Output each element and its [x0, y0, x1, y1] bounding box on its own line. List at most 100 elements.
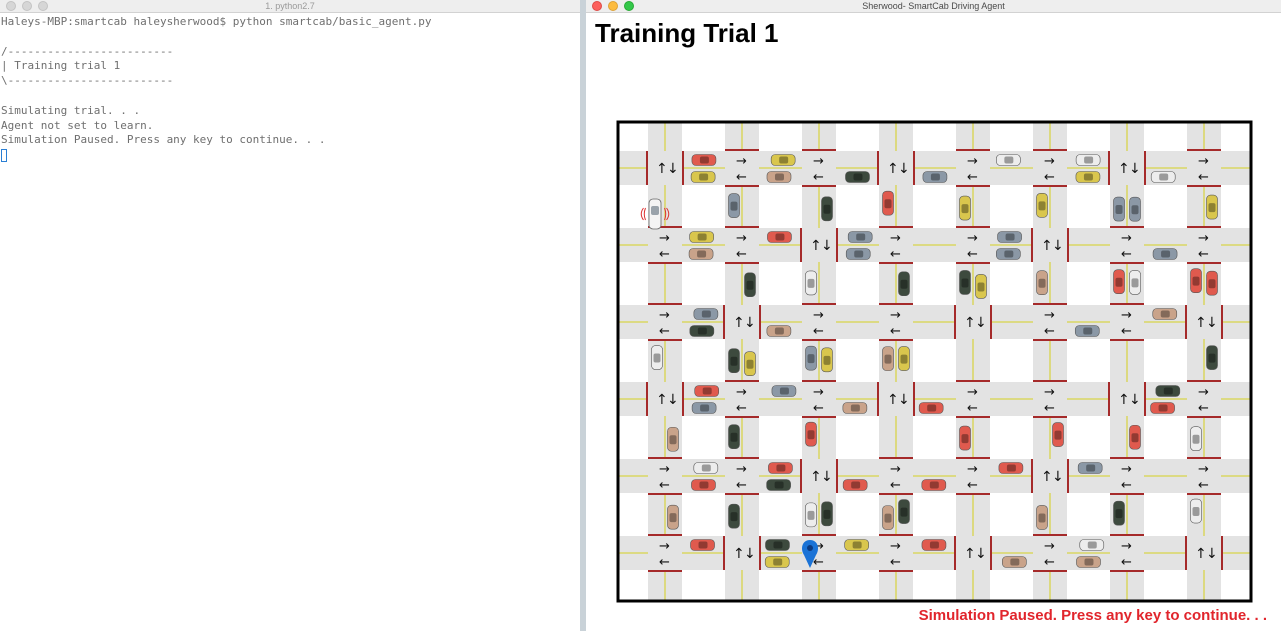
signal-arrow-left-icon: ← — [1044, 555, 1055, 570]
signal-arrow-up-icon: ↑ — [656, 161, 668, 177]
signal-arrow-right-icon: → — [890, 462, 901, 477]
signal-arrow-down-icon: ↓ — [898, 392, 910, 408]
terminal-line: Agent not set to learn. — [1, 118, 154, 132]
car-icon — [959, 270, 971, 295]
car-icon — [694, 385, 719, 397]
car-icon — [667, 426, 679, 452]
car-icon — [1190, 498, 1202, 524]
signal-arrow-left-icon: ← — [736, 247, 747, 262]
car-icon — [1150, 402, 1175, 414]
car-icon — [1113, 500, 1125, 526]
simulator-window[interactable]: Sherwood- SmartCab Driving Agent Trainin… — [586, 0, 1281, 631]
car-windshield — [1084, 156, 1094, 164]
agent-cab-window — [651, 206, 659, 215]
car-windshield — [702, 387, 712, 395]
car-windshield — [773, 558, 783, 566]
car-icon — [1113, 269, 1125, 295]
signal-arrow-left-icon: ← — [1044, 401, 1055, 416]
signal-arrow-down-icon: ↓ — [667, 161, 679, 177]
car-windshield — [884, 354, 892, 364]
terminal-line: Simulation Paused. Press any key to cont… — [1, 133, 326, 147]
simulation-status: Simulation Paused. Press any key to cont… — [918, 607, 1267, 624]
car-windshield — [697, 327, 707, 335]
car-icon — [764, 556, 790, 568]
terminal-titlebar[interactable]: 1. python2.7 — [0, 0, 580, 13]
car-icon — [765, 539, 790, 551]
car-icon — [1002, 556, 1027, 568]
car-icon — [998, 462, 1024, 474]
signal-arrow-down-icon: ↓ — [1052, 238, 1064, 254]
terminal-line: /------------------------- — [1, 44, 174, 58]
terminal-window[interactable]: 1. python2.7 Haleys-MBP:smartcab haleysh… — [0, 0, 580, 631]
signal-arrow-down-icon: ↓ — [821, 469, 833, 485]
signal-arrow-up-icon: ↑ — [810, 238, 822, 254]
car-icon — [1036, 193, 1048, 218]
car-windshield — [730, 201, 738, 211]
signal-arrow-down-icon: ↓ — [1129, 392, 1141, 408]
car-icon — [688, 248, 714, 260]
car-windshield — [1160, 310, 1170, 318]
signal-arrow-down-icon: ↓ — [821, 238, 833, 254]
car-icon — [844, 539, 869, 551]
signal-arrow-right-icon: → — [736, 385, 747, 400]
signal-arrow-up-icon: ↑ — [810, 469, 822, 485]
signal-arrow-down-icon: ↓ — [975, 546, 987, 562]
car-windshield — [852, 541, 862, 549]
signal-arrow-down-icon: ↓ — [744, 546, 756, 562]
signal-arrow-down-icon: ↓ — [1129, 161, 1141, 177]
car-icon — [1075, 154, 1101, 166]
car-icon — [918, 402, 944, 414]
signal-arrow-left-icon: ← — [890, 247, 901, 262]
car-icon — [766, 479, 791, 491]
car-windshield — [779, 156, 789, 164]
car-windshield — [699, 481, 709, 489]
car-icon — [766, 325, 792, 337]
signal-arrow-left-icon: ← — [890, 478, 901, 493]
car-windshield — [823, 355, 831, 365]
signal-arrow-right-icon: → — [1121, 462, 1132, 477]
car-windshield — [1192, 276, 1200, 286]
car-windshield — [807, 510, 815, 520]
signal-arrow-left-icon: ← — [1198, 478, 1209, 493]
signal-arrow-down-icon: ↓ — [1206, 546, 1218, 562]
car-icon — [1113, 196, 1125, 222]
car-windshield — [1038, 201, 1046, 211]
car-icon — [1077, 462, 1103, 474]
signal-arrow-left-icon: ← — [736, 401, 747, 416]
car-icon — [821, 501, 833, 527]
traffic-grid[interactable]: ↑ ↓ →←→←↑ ↓ →←→←↑ ↓ →←→←→←↑ ↓ →←→←↑ ↓ →←→←→←↑ ↓ →←→←… — [586, 0, 1281, 631]
car-windshield — [823, 204, 831, 214]
car-icon — [845, 248, 871, 260]
car-windshield — [823, 509, 831, 519]
car-windshield — [776, 464, 786, 472]
car-icon — [882, 190, 894, 216]
signal-arrow-right-icon: → — [659, 539, 670, 554]
signal-arrow-left-icon: ← — [1121, 247, 1132, 262]
car-icon — [689, 231, 714, 243]
car-icon — [1052, 422, 1064, 447]
car-windshield — [1038, 513, 1046, 523]
signal-arrow-up-icon: ↑ — [1195, 546, 1207, 562]
car-windshield — [701, 464, 711, 472]
car-icon — [922, 171, 948, 183]
car-windshield — [773, 541, 783, 549]
car-icon — [744, 351, 756, 377]
pin-dot — [807, 545, 813, 551]
signal-arrow-left-icon: ← — [1198, 247, 1209, 262]
car-windshield — [807, 278, 815, 288]
car-windshield — [961, 278, 969, 288]
car-icon — [691, 154, 717, 166]
signal-arrow-up-icon: ↑ — [1195, 315, 1207, 331]
car-windshield — [900, 279, 908, 289]
car-icon — [1129, 424, 1141, 450]
car-icon — [1152, 308, 1178, 320]
car-icon — [898, 271, 910, 297]
car-windshield — [900, 354, 908, 364]
car-icon — [898, 346, 910, 371]
signal-arrow-right-icon: → — [1121, 231, 1132, 246]
car-icon — [728, 348, 740, 373]
car-windshield — [854, 250, 864, 258]
car-windshield — [775, 233, 785, 241]
car-windshield — [1131, 433, 1139, 443]
terminal-output[interactable]: Haleys-MBP:smartcab haleysherwood$ pytho… — [0, 14, 580, 631]
